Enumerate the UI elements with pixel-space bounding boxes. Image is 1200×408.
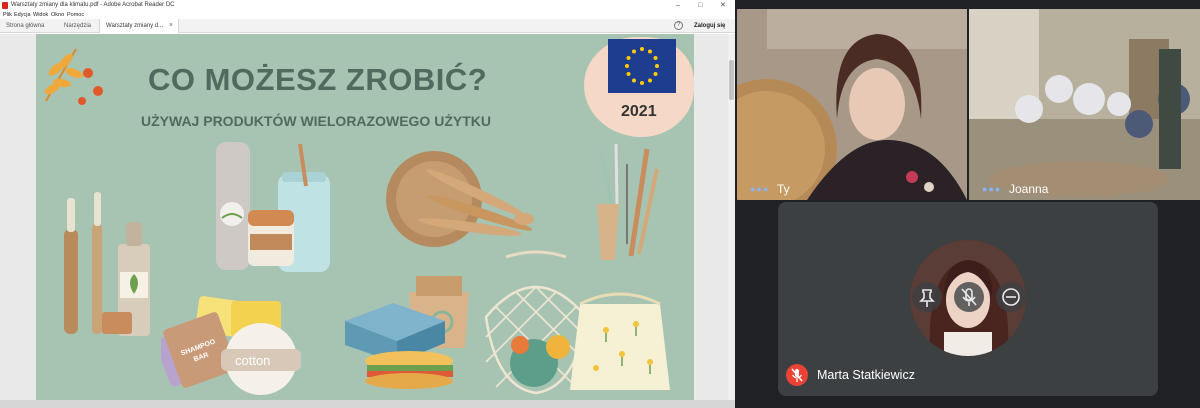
participant-name-marta: Marta Statkiewicz bbox=[817, 368, 915, 382]
slide-year: 2021 bbox=[621, 103, 657, 120]
self-video-frame bbox=[737, 9, 967, 200]
slide-page: CO MOŻESZ ZROBIĆ? UŻYWAJ PRODUKTÓW WIELO… bbox=[36, 34, 694, 400]
acrobat-window: Warsztaty zmiany dla klimatu.pdf - Adobe… bbox=[0, 0, 735, 408]
slide-title: CO MOŻESZ ZROBIĆ? bbox=[148, 62, 488, 97]
acrobat-app-icon bbox=[2, 2, 8, 9]
window-title: Warsztaty zmiany dla klimatu.pdf - Adobe… bbox=[11, 2, 175, 8]
thermos-and-jar-icon bbox=[216, 142, 330, 272]
help-icon[interactable]: ? bbox=[674, 21, 683, 30]
sign-in-link[interactable]: Zaloguj się bbox=[694, 19, 725, 33]
participant-name-joanna: Joanna bbox=[1009, 182, 1049, 196]
remove-icon[interactable] bbox=[996, 282, 1026, 312]
participant-name-self: Ty bbox=[777, 182, 790, 196]
tab-document-label: Warsztaty zmiany d... bbox=[106, 23, 164, 29]
joanna-video-frame bbox=[969, 9, 1200, 200]
self-audio-indicator: ●●● bbox=[750, 184, 770, 194]
toothbrushes-icon bbox=[64, 192, 150, 336]
bamboo-plate-icon bbox=[386, 151, 534, 247]
participant-tile-joanna[interactable]: ●●● Joanna bbox=[969, 9, 1200, 200]
reusable-straws-icon bbox=[597, 144, 659, 260]
drawstring-bag-icon bbox=[570, 292, 670, 390]
leaves-decoration-icon bbox=[44, 48, 103, 105]
joanna-audio-indicator: ●●● bbox=[982, 184, 1002, 194]
menu-okno[interactable]: Okno bbox=[51, 12, 64, 18]
menu-bar: Plik Edycja Widok Okno Pomoc bbox=[0, 11, 735, 19]
pin-icon[interactable] bbox=[912, 282, 942, 312]
tab-document[interactable]: Warsztaty zmiany d... × bbox=[99, 19, 179, 33]
menu-pomoc[interactable]: Pomoc bbox=[67, 12, 84, 18]
mic-off-icon[interactable] bbox=[954, 282, 984, 312]
document-left-margin bbox=[0, 34, 36, 404]
soap-bars-icon: SHAMPOO BAR cotton bbox=[161, 296, 301, 395]
scrollbar-thumb[interactable] bbox=[729, 60, 734, 100]
tab-bar: Strona główna Narzędzia Warsztaty zmiany… bbox=[0, 19, 735, 33]
minimize-button[interactable]: – bbox=[676, 1, 680, 10]
tab-home[interactable]: Strona główna bbox=[0, 19, 58, 33]
menu-widok[interactable]: Widok bbox=[33, 12, 48, 18]
tab-tools[interactable]: Narzędzia bbox=[58, 19, 98, 33]
lunchbox-sandwich-icon bbox=[345, 303, 453, 389]
title-bar: Warsztaty zmiany dla klimatu.pdf - Adobe… bbox=[0, 0, 735, 11]
menu-plik[interactable]: Plik bbox=[3, 12, 12, 18]
cotton-label: cotton bbox=[235, 353, 270, 368]
tab-close-icon[interactable]: × bbox=[169, 19, 173, 33]
maximize-button[interactable]: □ bbox=[698, 1, 702, 10]
slide-subtitle: UŻYWAJ PRODUKTÓW WIELORAZOWEGO UŻYTKU bbox=[141, 113, 491, 129]
status-bar bbox=[0, 400, 735, 408]
eu-flag-icon bbox=[608, 39, 676, 93]
marta-mic-muted-icon bbox=[786, 364, 808, 386]
close-button[interactable]: ✕ bbox=[720, 1, 726, 10]
menu-edycja[interactable]: Edycja bbox=[14, 12, 31, 18]
participant-tile-self[interactable]: ●●● Ty bbox=[737, 9, 967, 200]
